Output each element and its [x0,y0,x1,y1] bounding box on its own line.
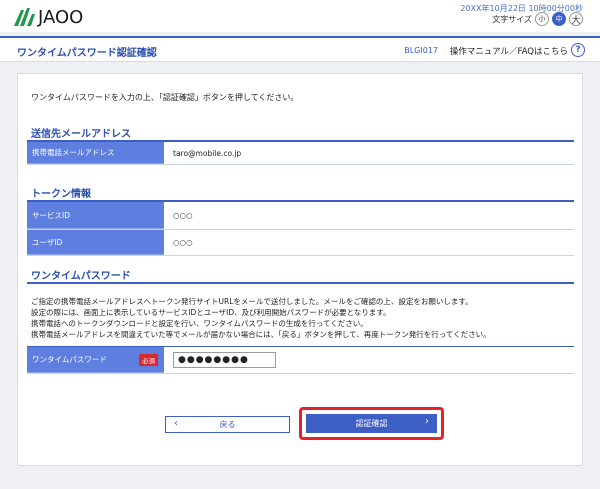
service-id-row: サービスID ○○○ [27,202,574,230]
font-size-large-button[interactable]: 大 [569,12,583,26]
required-badge: 必須 [139,353,158,366]
user-id-label: ユーザID [27,230,164,255]
otp-description-line: 携帯電話メールアドレスを間違えていた等でメールが届かない場合には、「戻る」ボタン… [31,330,491,339]
service-id-value: ○○○ [173,211,193,220]
otp-value-cell: ●●●●●●●● [164,347,574,373]
section-divider [27,282,574,284]
otp-description-line: ご指定の携帯電話メールアドレスへトークン発行サイトURLをメールで送付しました。… [31,297,473,306]
font-size-control: 文字サイズ 小 中 大 [492,12,583,26]
screen-id: BLGI017 [404,46,438,55]
otp-label: ワンタイムパスワード [32,355,107,364]
back-button[interactable]: ‹ 戻る [165,416,290,433]
font-size-label: 文字サイズ [492,14,532,24]
otp-description: ご指定の携帯電話メールアドレスへトークン発行サイトURLをメールで送付しました。… [31,296,571,340]
email-section-heading: 送信先メールアドレス [31,129,131,140]
font-size-medium-button[interactable]: 中 [552,12,566,26]
logo: JAOO [12,6,83,28]
confirm-button[interactable]: 認証確認 › [306,414,437,433]
manual-faq-link[interactable]: 操作マニュアル／FAQはこちら [450,45,568,57]
intro-text: ワンタイムパスワードを入力の上、「認証確認」ボタンを押してください。 [31,93,299,102]
email-label: 携帯電話メールアドレス [27,142,164,164]
title-bar: ワンタイムパスワード認証確認 BLGI017 操作マニュアル／FAQはこちら ? [0,36,600,62]
back-button-label: 戻る [219,420,236,429]
font-size-small-button[interactable]: 小 [535,12,549,26]
user-id-row: ユーザID ○○○ [27,230,574,256]
otp-label-cell: ワンタイムパスワード 必須 [27,347,164,373]
page-title: ワンタイムパスワード認証確認 [17,48,157,59]
token-section-heading: トークン情報 [31,189,91,200]
chevron-left-icon: ‹ [174,418,178,429]
otp-section-heading: ワンタイムパスワード [31,271,131,282]
help-icon[interactable]: ? [571,43,585,57]
ja-logo-icon [14,8,35,26]
service-id-label: サービスID [27,202,164,229]
logo-text: JAOO [38,6,84,28]
confirm-button-label: 認証確認 [355,419,388,428]
otp-description-line: 設定の際には、画面上に表示しているサービスIDとユーザID、及び利用開始パスワー… [31,308,391,317]
top-bar: JAOO 20XX年10月22日 10時00分00秒 文字サイズ 小 中 大 [0,0,600,32]
email-row: 携帯電話メールアドレス taro@mobile.co.jp [27,142,574,165]
confirm-highlight: 認証確認 › [299,407,444,440]
otp-description-line: 携帯電話へのトークンダウンロードと設定を行い、ワンタイムパスワードの生成を行って… [31,319,368,328]
email-value: taro@mobile.co.jp [173,148,242,158]
otp-row: ワンタイムパスワード 必須 ●●●●●●●● [27,346,574,374]
user-id-value: ○○○ [173,238,193,247]
chevron-right-icon: › [425,416,429,427]
main-panel: ワンタイムパスワードを入力の上、「認証確認」ボタンを押してください。 送信先メー… [17,73,583,466]
otp-password-input[interactable]: ●●●●●●●● [173,352,276,368]
